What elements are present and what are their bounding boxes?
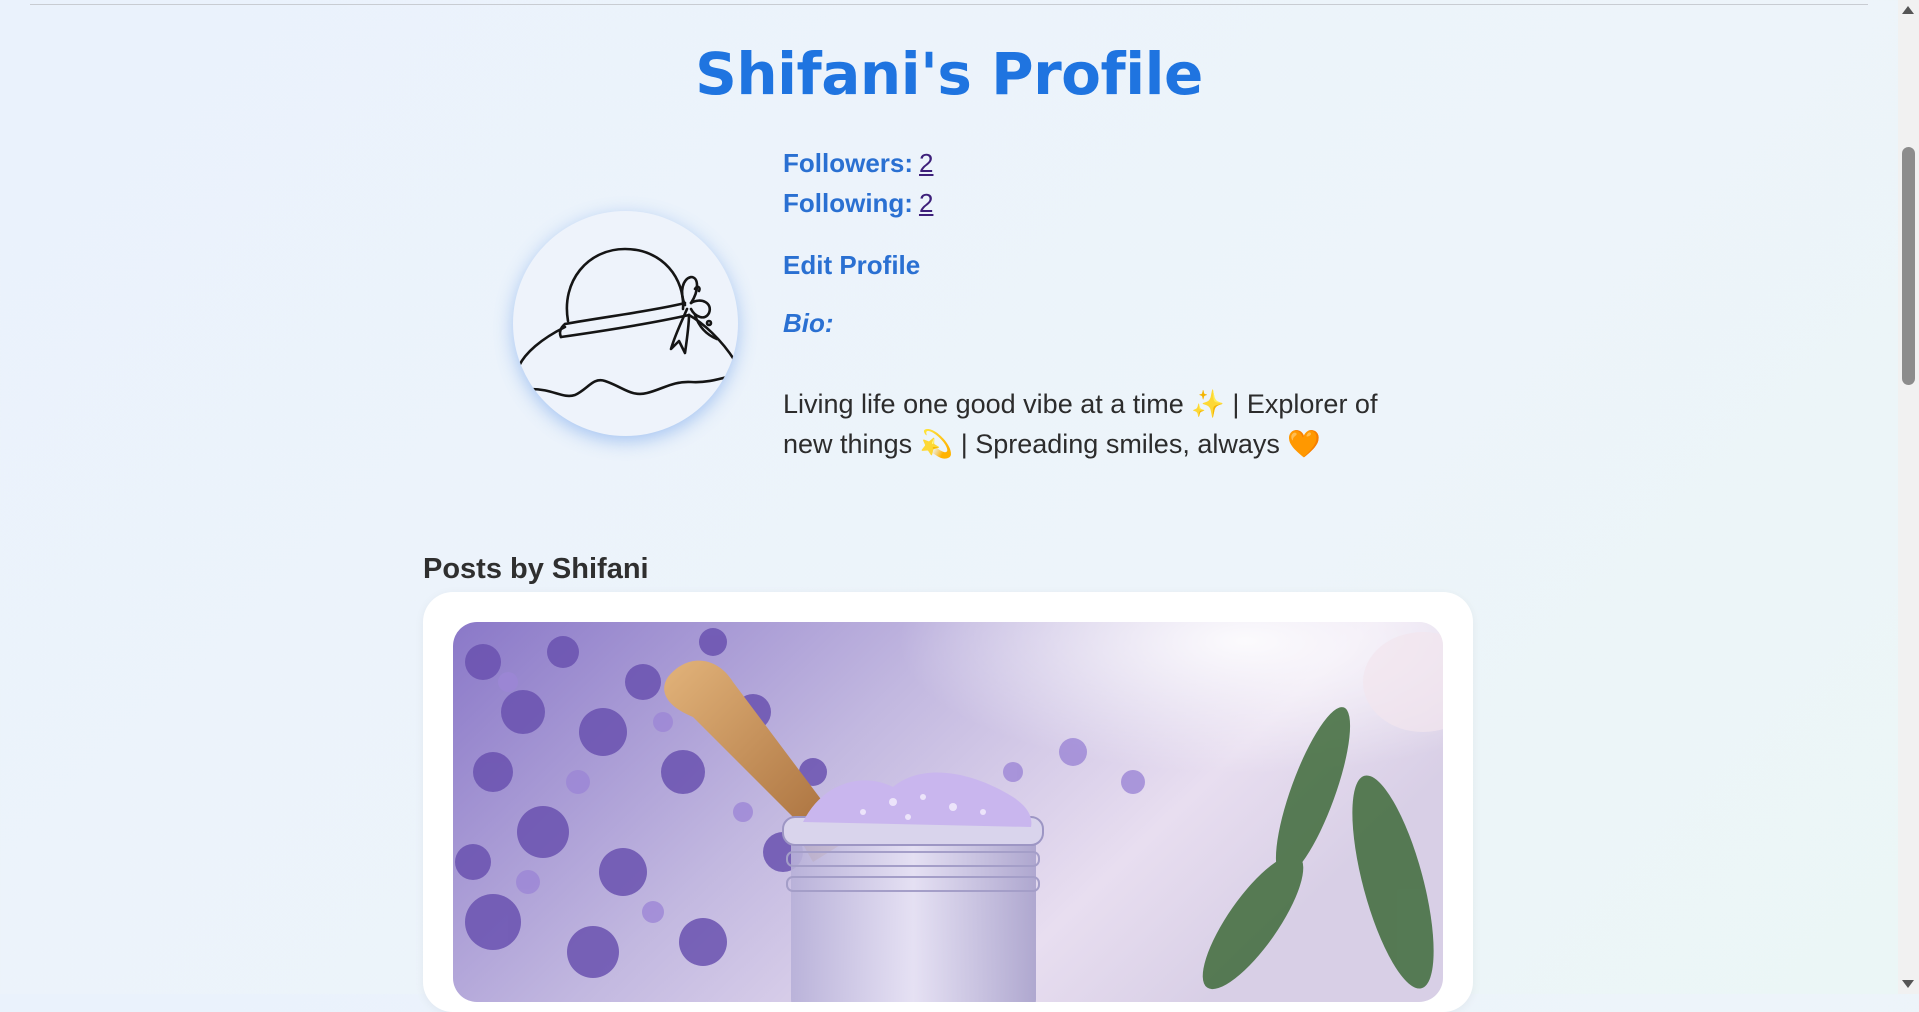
avatar bbox=[513, 211, 738, 436]
followers-stat: Followers: 2 bbox=[783, 148, 933, 179]
post-card[interactable] bbox=[423, 592, 1473, 1012]
edit-profile-link[interactable]: Edit Profile bbox=[783, 250, 920, 281]
post-image[interactable] bbox=[453, 622, 1443, 1002]
followers-count-link[interactable]: 2 bbox=[919, 148, 933, 178]
vertical-scrollbar[interactable] bbox=[1898, 0, 1919, 994]
scroll-down-arrow-icon[interactable] bbox=[1902, 980, 1914, 988]
bio-text: Living life one good vibe at a time ✨ | … bbox=[783, 389, 1378, 459]
sun-hat-icon bbox=[517, 247, 737, 398]
followers-label: Followers: bbox=[783, 148, 914, 178]
top-divider bbox=[30, 4, 1868, 5]
bio-label: Bio: bbox=[783, 308, 834, 338]
page-title: Shifani's Profile bbox=[695, 40, 1203, 108]
scrollbar-thumb[interactable] bbox=[1902, 147, 1915, 385]
following-stat: Following: 2 bbox=[783, 188, 933, 219]
following-label: Following: bbox=[783, 188, 913, 218]
scroll-up-arrow-icon[interactable] bbox=[1902, 6, 1914, 14]
posts-heading: Posts by Shifani bbox=[423, 553, 649, 585]
lavender-jar-image bbox=[453, 622, 1443, 1002]
following-count-link[interactable]: 2 bbox=[919, 188, 933, 218]
